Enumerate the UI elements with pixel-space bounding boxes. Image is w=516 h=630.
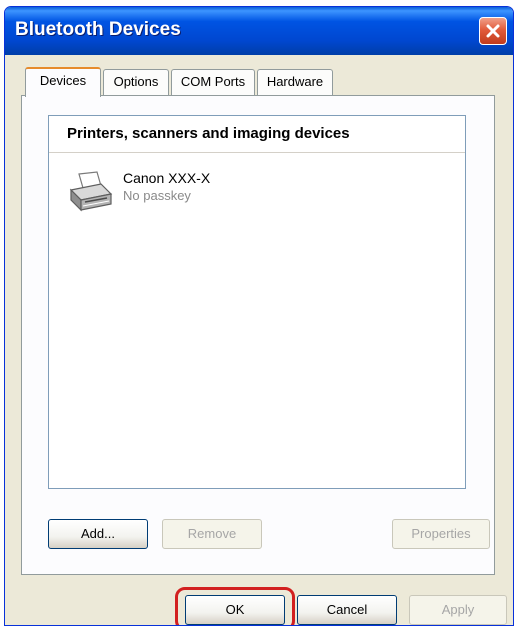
tab-hardware[interactable]: Hardware [257, 69, 333, 95]
device-status: No passkey [123, 188, 191, 203]
ok-highlight-ring [175, 587, 295, 625]
close-icon [486, 24, 500, 38]
title-bar[interactable]: Bluetooth Devices [5, 7, 513, 55]
printer-icon [69, 171, 113, 212]
tab-devices[interactable]: Devices [25, 67, 101, 97]
tab-com-ports[interactable]: COM Ports [171, 69, 255, 95]
device-name: Canon XXX-X [123, 170, 211, 186]
bluetooth-devices-window: Bluetooth Devices Devices Options COM Po… [4, 6, 514, 626]
properties-button[interactable]: Properties [392, 519, 490, 549]
devices-tab-panel: Printers, scanners and imaging devices C… [21, 95, 495, 575]
tab-options[interactable]: Options [103, 69, 169, 95]
remove-button[interactable]: Remove [162, 519, 262, 549]
close-button[interactable] [479, 17, 507, 45]
window-title: Bluetooth Devices [15, 19, 181, 40]
add-button[interactable]: Add... [48, 519, 148, 549]
cancel-button[interactable]: Cancel [297, 595, 397, 625]
device-group-label: Printers, scanners and imaging devices [67, 125, 350, 142]
device-list[interactable]: Printers, scanners and imaging devices C… [48, 115, 466, 489]
device-list-item[interactable]: Canon XXX-X No passkey [67, 166, 367, 226]
apply-button[interactable]: Apply [409, 595, 507, 625]
device-group-header: Printers, scanners and imaging devices [49, 116, 465, 153]
